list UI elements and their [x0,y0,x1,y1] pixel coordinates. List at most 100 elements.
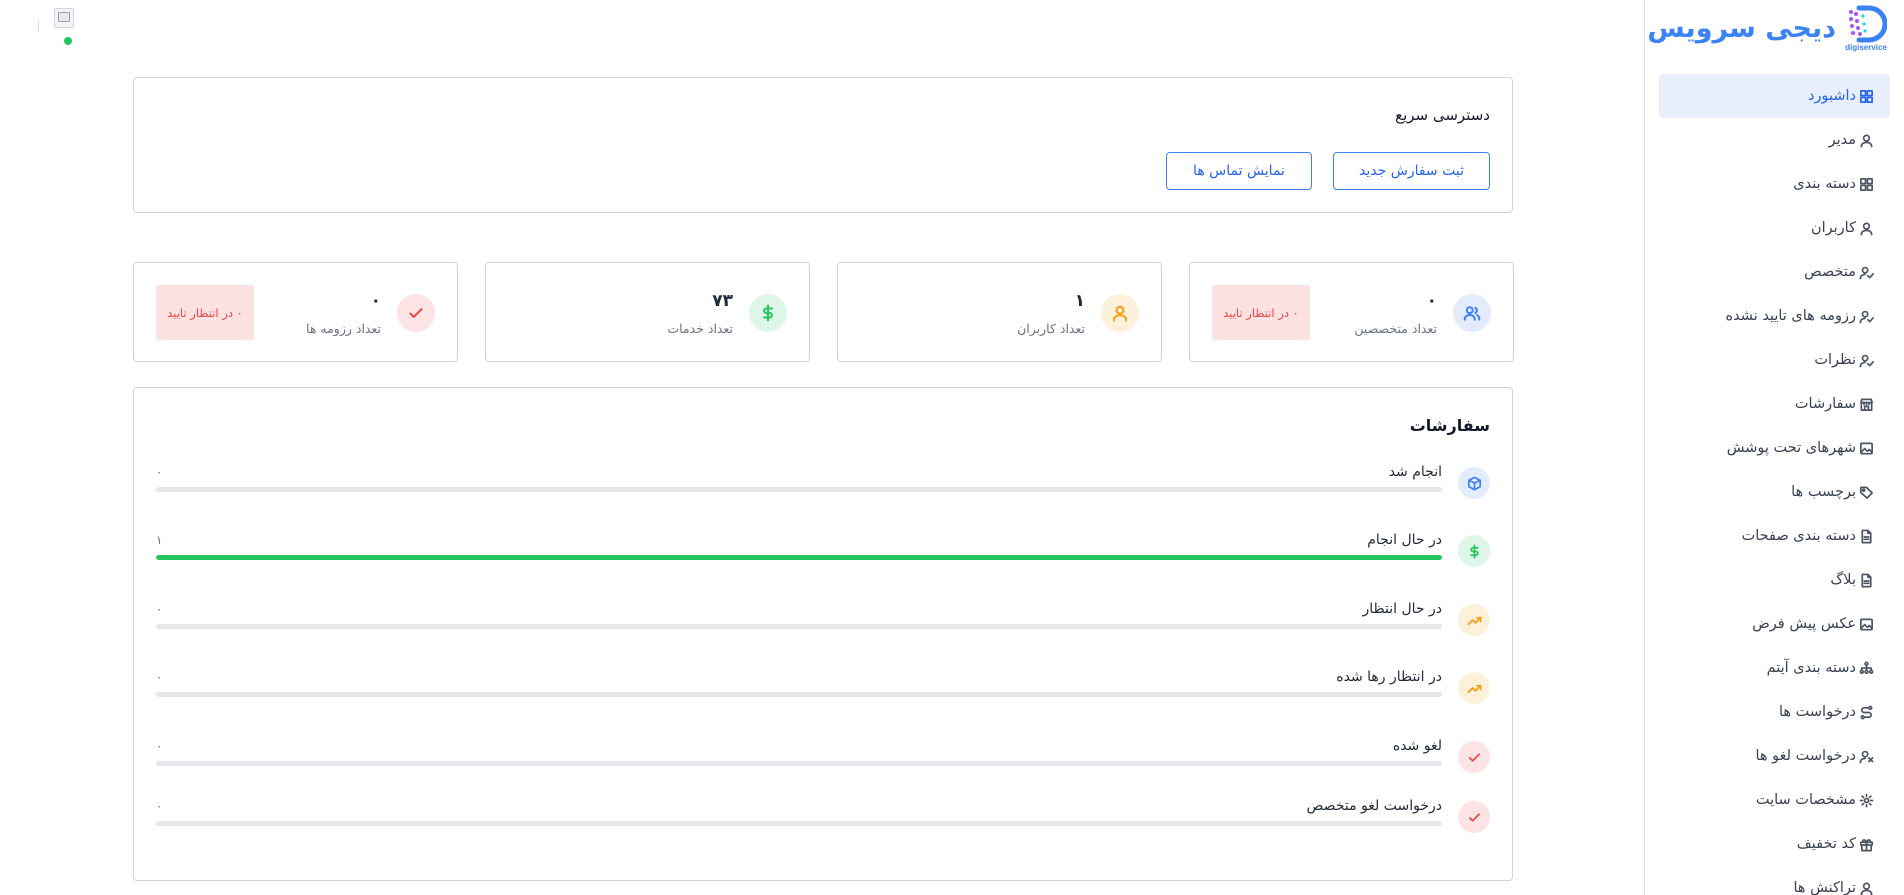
sidebar-item[interactable]: مدیر [1659,118,1890,162]
user-icon [1858,132,1874,148]
online-status-dot [64,37,72,45]
sidebar-item[interactable]: داشبورد [1659,74,1890,118]
show-contacts-button[interactable]: نمایش تماس ها [1166,152,1312,190]
image-icon [1858,440,1874,456]
tag-icon [1858,484,1874,500]
gift-icon [1858,836,1874,852]
order-status-row: در حال انجام ۱ [156,532,1490,575]
order-status-count: ۱ [156,533,163,547]
sidebar-item-label: شهرهای تحت پوشش [1726,440,1856,456]
image-icon [1858,616,1874,632]
sidebar-item-label: رزومه های تایید نشده [1725,308,1856,324]
user-icon [1858,880,1874,895]
stat-label: تعداد رزومه ها [306,321,381,336]
sidebar-item[interactable]: برچسب ها [1659,470,1890,514]
stat-value: ۷۳ [712,291,733,311]
user-check-icon [1858,352,1874,368]
stat-card: ۰ تعداد متخصصین ۰ در انتظار تایید [1189,262,1514,362]
gear-icon [1858,792,1874,808]
sidebar-item[interactable]: سفارشات [1659,382,1890,426]
sidebar-item[interactable]: کاربران [1659,206,1890,250]
order-status-label: درخواست لغو متخصص [1306,798,1442,814]
sidebar-item[interactable]: کد تخفیف [1659,822,1890,866]
new-order-button[interactable]: ثبت سفارش جدید [1333,152,1490,190]
sidebar-item-label: سفارشات [1794,396,1856,412]
stat-value: ۰ [1426,291,1437,311]
stat-label: تعداد کاربران [1017,321,1085,336]
check-icon [397,294,435,332]
quick-access-panel: دسترسی سریع ثبت سفارش جدید نمایش تماس ها [133,77,1513,213]
sidebar-nav: داشبورد مدیر دسته بندی کاربران متخصص رزومه ها… [1659,74,1890,895]
order-status-count: ۰ [156,799,163,813]
users-icon [1453,294,1491,332]
quick-access-title: دسترسی سریع [1395,106,1490,124]
stat-card: ۷۳ تعداد خدمات [485,262,810,362]
sidebar-item[interactable]: نظرات [1659,338,1890,382]
divider [38,21,39,31]
sidebar-item-label: بلاگ [1830,572,1856,588]
order-progress-fill [156,555,1442,560]
stat-card: ۱ تعداد کاربران [837,262,1162,362]
sidebar-item[interactable]: عکس پیش فرض [1659,602,1890,646]
dollar-icon [749,294,787,332]
order-status-row: در انتظار رها شده ۰ [156,669,1490,712]
sidebar-item[interactable]: رزومه های تایید نشده [1659,294,1890,338]
stat-card: ۰ تعداد رزومه ها ۰ در انتظار تایید [133,262,458,362]
sidebar-item[interactable]: متخصص [1659,250,1890,294]
sidebar-item-label: مدیر [1828,132,1856,148]
sidebar-item-label: دسته بندی [1793,176,1856,192]
sidebar-item[interactable]: دسته بندی صفحات [1659,514,1890,558]
sidebar-item[interactable]: دسته بندی آیتم [1659,646,1890,690]
sidebar-item[interactable]: تراکنش ها [1659,866,1890,895]
sidebar-item-label: متخصص [1804,264,1856,280]
sidebar-item-label: درخواست لغو ها [1755,748,1856,764]
order-progress-bar [156,555,1442,560]
order-status-count: ۰ [156,602,163,616]
user-check-icon [1858,308,1874,324]
sidebar-item-label: نظرات [1814,352,1856,368]
check-icon [1458,801,1490,833]
avatar-image[interactable] [54,8,74,28]
sidebar-item[interactable]: دسته بندی [1659,162,1890,206]
order-status-label: در انتظار رها شده [1336,669,1442,685]
grid-icon [1858,88,1874,104]
user-icon [1101,294,1139,332]
check-icon [1458,741,1490,773]
user-x-icon [1858,748,1874,764]
sidebar-item[interactable]: درخواست ها [1659,690,1890,734]
order-progress-bar [156,692,1442,697]
file-icon [1858,572,1874,588]
sidebar: digiservice دیجی سرویس داشبورد مدیر دسته ب… [1644,0,1904,895]
order-status-label: در حال انجام [1367,532,1442,548]
order-progress-bar [156,624,1442,629]
orders-title: سفارشات [1409,416,1490,435]
stat-label: تعداد خدمات [667,321,733,336]
sidebar-item[interactable]: درخواست لغو ها [1659,734,1890,778]
file-icon [1858,528,1874,544]
order-status-label: انجام شد [1388,464,1442,480]
route-icon [1858,704,1874,720]
sidebar-item-label: برچسب ها [1791,484,1856,500]
user-avatar[interactable] [38,8,78,48]
pending-badge[interactable]: ۰ در انتظار تایید [1212,285,1310,340]
orders-panel: سفارشات انجام شد ۰ در حال انجام ۱ در حال انت… [133,387,1513,881]
order-status-count: ۰ [156,465,163,479]
brand-name: دیجی سرویس [1647,12,1836,44]
sidebar-item-label: کد تخفیف [1796,836,1856,852]
pending-badge[interactable]: ۰ در انتظار تایید [156,285,254,340]
sidebar-item-label: تراکنش ها [1793,880,1856,895]
box-icon [1458,467,1490,499]
grid-icon [1858,176,1874,192]
brand-logo-text: digiservice [1845,43,1887,52]
sidebar-item-label: داشبورد [1808,88,1856,104]
order-status-row: درخواست لغو متخصص ۰ [156,798,1490,841]
order-status-count: ۰ [156,739,163,753]
sidebar-item[interactable]: بلاگ [1659,558,1890,602]
sidebar-item[interactable]: شهرهای تحت پوشش [1659,426,1890,470]
brand[interactable]: digiservice دیجی سرویس [1647,2,1890,54]
sidebar-item[interactable]: مشخصات سایت [1659,778,1890,822]
trend-icon [1458,604,1490,636]
trend-icon [1458,672,1490,704]
sidebar-item-label: درخواست ها [1778,704,1856,720]
order-status-label: لغو شده [1392,738,1442,754]
